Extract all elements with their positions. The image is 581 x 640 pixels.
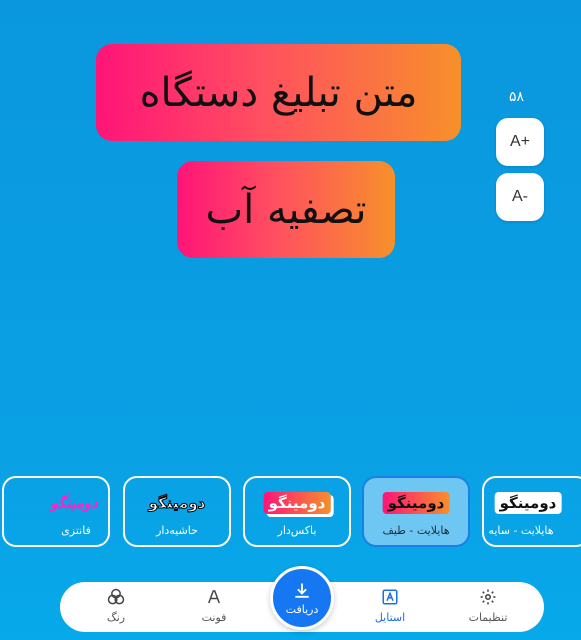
decrease-font-button[interactable]: A- xyxy=(496,173,544,221)
style-label-boxed: باکس‌دار xyxy=(277,524,317,537)
style-card-fantasy[interactable]: دومینگو فانتزی xyxy=(2,476,110,547)
nav-font[interactable]: فونت xyxy=(174,586,254,630)
nav-style-label: استایل xyxy=(374,611,406,624)
nav-style[interactable]: استایل xyxy=(350,586,430,630)
style-card-outlined[interactable]: دومینگو حاشیه‌دار xyxy=(123,476,231,547)
font-size-value: ۵۸ xyxy=(509,88,525,104)
text-line-2-content: تصفیه آب xyxy=(205,186,367,233)
download-label: دریافت xyxy=(285,603,319,616)
nav-settings[interactable]: تنظیمات xyxy=(448,586,528,630)
nav-color-label: رنگ xyxy=(106,611,126,624)
style-sample-fantasy: دومینگو xyxy=(50,494,98,512)
style-sample-highlight-gradient: دومینگو xyxy=(382,492,450,514)
style-sample-outlined: دومینگو xyxy=(148,494,206,513)
text-line-1[interactable]: متن تبلیغ دستگاه xyxy=(96,44,461,141)
download-icon xyxy=(292,580,312,602)
download-button[interactable]: دریافت xyxy=(270,566,334,630)
style-label-fantasy: فانتزی xyxy=(61,524,91,537)
color-icon xyxy=(106,586,126,608)
style-label-highlight-shadow: هایلایت - سایه xyxy=(488,524,554,537)
style-sample-boxed: دومینگو xyxy=(263,492,331,514)
style-icon xyxy=(381,586,399,608)
increase-font-button[interactable]: A+ xyxy=(496,118,544,166)
nav-settings-label: تنظیمات xyxy=(468,611,508,624)
font-icon xyxy=(205,586,223,608)
text-line-1-content: متن تبلیغ دستگاه xyxy=(139,69,418,116)
style-card-boxed[interactable]: دومینگو باکس‌دار xyxy=(243,476,351,547)
style-label-highlight-gradient: هایلایت - طیف xyxy=(382,524,450,537)
nav-font-label: فونت xyxy=(201,611,227,624)
nav-color[interactable]: رنگ xyxy=(76,586,156,630)
style-label-outlined: حاشیه‌دار xyxy=(156,524,198,537)
text-line-2[interactable]: تصفیه آب xyxy=(177,161,395,258)
gear-icon xyxy=(479,586,497,608)
style-sample-highlight-shadow: دومینگو xyxy=(494,492,562,514)
style-options-row[interactable]: دومینگو فانتزی دومینگو حاشیه‌دار دومینگو… xyxy=(0,476,581,550)
style-card-highlight-shadow[interactable]: دومینگو هایلایت - سایه xyxy=(482,476,581,547)
